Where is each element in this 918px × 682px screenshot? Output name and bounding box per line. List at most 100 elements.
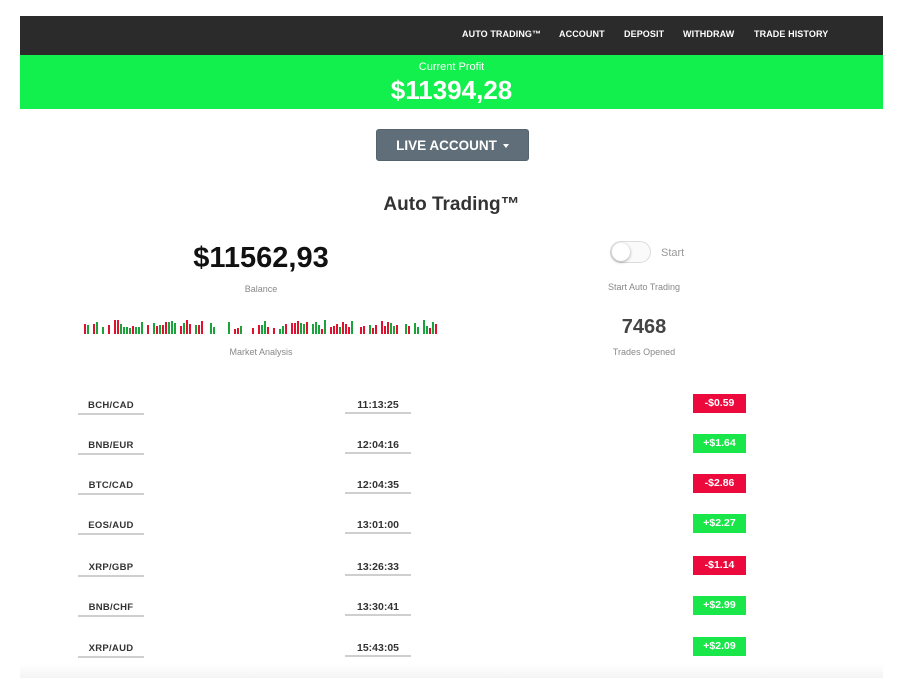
market-candle (195, 325, 197, 334)
market-candle (156, 326, 158, 334)
market-candle (342, 322, 344, 334)
market-candle (336, 324, 338, 334)
top-navigation: AUTO TRADING™ ACCOUNT DEPOSIT WITHDRAW T… (20, 16, 883, 55)
market-candle (396, 325, 398, 334)
nav-deposit[interactable]: DEPOSIT (624, 29, 664, 39)
market-candle (381, 321, 383, 334)
caret-down-icon (502, 144, 509, 148)
trade-pair: XRP/AUD (78, 640, 144, 658)
market-candle (198, 325, 200, 334)
market-analysis-label: Market Analysis (229, 347, 293, 357)
market-candle (306, 322, 308, 334)
market-candle (159, 325, 161, 334)
market-candle (117, 320, 119, 334)
market-candle (120, 324, 122, 334)
market-candle (261, 325, 263, 334)
market-candle (384, 326, 386, 334)
market-candle (114, 320, 116, 334)
nav-account[interactable]: ACCOUNT (559, 29, 605, 39)
market-candle (183, 323, 185, 334)
trade-amount-badge: -$1.14 (693, 556, 746, 575)
trade-time: 13:26:33 (345, 558, 411, 576)
market-candle (147, 325, 149, 334)
current-profit-value: $11394,28 (390, 75, 513, 105)
trade-row: BCH/CAD 11:13:25 -$0.59 (0, 394, 918, 424)
market-candle (330, 327, 332, 334)
trade-amount-badge: +$1.64 (693, 434, 746, 453)
market-candle (369, 325, 371, 334)
market-candle (435, 324, 437, 334)
current-profit-label: Current Profit (418, 61, 485, 73)
market-candle (102, 327, 104, 334)
market-candle (375, 325, 377, 334)
market-candle (129, 328, 131, 334)
market-candle (237, 328, 239, 334)
market-candle (96, 322, 98, 334)
nav-trade-history[interactable]: TRADE HISTORY (754, 29, 828, 39)
market-candle (264, 321, 266, 334)
market-candle (168, 322, 170, 334)
market-candle (189, 324, 191, 334)
market-candle (324, 320, 326, 334)
page-title: Auto Trading™ (383, 194, 520, 215)
trade-time: 13:30:41 (345, 598, 411, 616)
market-candle (213, 327, 215, 334)
trade-pair: BCH/CAD (78, 397, 144, 415)
market-candle (135, 327, 137, 334)
market-candle (153, 323, 155, 334)
market-candle (363, 326, 365, 334)
market-candle (234, 329, 236, 334)
market-candle (84, 324, 86, 334)
start-auto-trading-label: Start Auto Trading (607, 282, 681, 292)
market-candle (414, 323, 416, 334)
market-candle (180, 326, 182, 334)
balance-value: $11562,93 (193, 242, 329, 274)
market-analysis-chart (84, 320, 437, 334)
market-candle (138, 327, 140, 334)
market-candle (93, 324, 95, 334)
trade-time: 12:04:35 (345, 476, 411, 494)
trade-amount-badge: -$2.86 (693, 474, 746, 493)
trade-amount-badge: +$2.27 (693, 514, 746, 533)
trades-opened-value: 7468 (621, 316, 667, 338)
trade-time: 11:13:25 (345, 396, 411, 414)
live-account-dropdown[interactable]: LIVE ACCOUNT (376, 129, 529, 161)
market-candle (417, 327, 419, 334)
market-candle (405, 324, 407, 334)
trade-time: 12:04:16 (345, 436, 411, 454)
market-candle (318, 325, 320, 334)
auto-trading-toggle[interactable] (610, 241, 651, 263)
market-candle (348, 327, 350, 334)
market-candle (303, 324, 305, 334)
market-candle (315, 322, 317, 334)
market-candle (339, 327, 341, 334)
market-candle (171, 321, 173, 334)
market-candle (408, 326, 410, 334)
trade-pair: BTC/CAD (78, 477, 144, 495)
market-candle (252, 328, 254, 334)
nav-auto-trading[interactable]: AUTO TRADING™ (462, 29, 541, 39)
market-candle (423, 320, 425, 334)
page-bottom-edge (20, 664, 883, 678)
current-profit-banner: Current Profit $11394,28 (20, 55, 883, 109)
toggle-state-text: Start (661, 247, 685, 259)
market-candle (87, 325, 89, 334)
trade-row: XRP/GBP 13:26:33 -$1.14 (0, 556, 918, 586)
market-candle (228, 322, 230, 334)
market-candle (387, 322, 389, 334)
trade-row: EOS/AUD 13:01:00 +$2.27 (0, 514, 918, 544)
trade-pair: BNB/EUR (78, 437, 144, 455)
market-candle (258, 325, 260, 334)
trade-time: 13:01:00 (345, 516, 411, 534)
market-candle (300, 323, 302, 334)
trade-row: BNB/EUR 12:04:16 +$1.64 (0, 434, 918, 464)
market-candle (267, 327, 269, 334)
market-candle (429, 328, 431, 334)
market-candle (312, 324, 314, 334)
nav-withdraw[interactable]: WITHDRAW (683, 29, 734, 39)
market-candle (390, 323, 392, 334)
market-candle (372, 328, 374, 334)
market-candle (432, 322, 434, 334)
market-candle (291, 323, 293, 334)
live-account-label: LIVE ACCOUNT (396, 138, 497, 153)
